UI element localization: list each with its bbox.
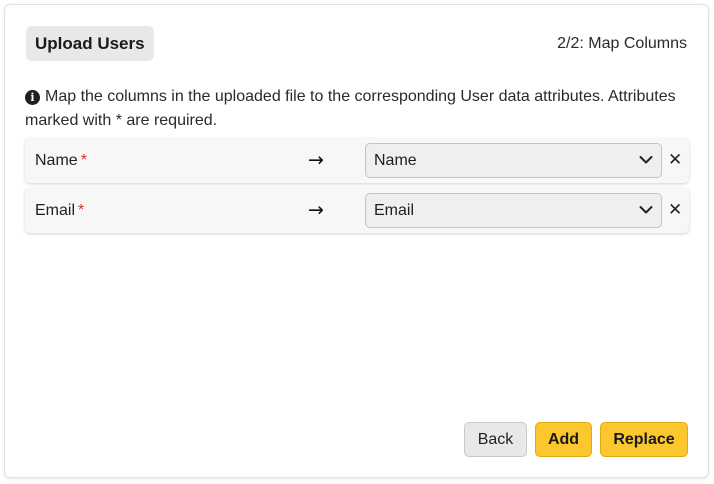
attribute-selected-value: Name — [374, 152, 417, 169]
mapping-row-name: Name * → Name ✕ — [25, 138, 689, 183]
right-arrow-icon: → — [308, 199, 324, 221]
right-arrow-icon: → — [308, 149, 324, 171]
required-marker: * — [78, 202, 85, 219]
required-marker: * — [80, 152, 87, 169]
replace-button[interactable]: Replace — [600, 422, 688, 457]
remove-mapping-icon[interactable]: ✕ — [668, 138, 682, 183]
remove-mapping-icon[interactable]: ✕ — [668, 188, 682, 233]
upload-users-dialog: Upload Users 2/2: Map Columns i Map the c… — [4, 4, 709, 478]
info-text: Map the columns in the uploaded file to … — [25, 88, 676, 129]
column-label: Email * — [35, 188, 84, 233]
info-message: i Map the columns in the uploaded file to… — [25, 85, 685, 133]
chevron-down-icon — [639, 206, 653, 214]
add-button[interactable]: Add — [535, 422, 592, 457]
back-button[interactable]: Back — [464, 422, 527, 457]
column-name: Name — [35, 152, 78, 169]
info-circle-icon: i — [25, 90, 40, 105]
attribute-select[interactable]: Email — [365, 193, 662, 228]
attribute-select[interactable]: Name — [365, 143, 662, 178]
column-label: Name * — [35, 138, 87, 183]
dialog-title: Upload Users — [26, 26, 154, 61]
mapping-list: Name * → Name ✕ Email * → Email ✕ — [25, 138, 689, 238]
mapping-row-email: Email * → Email ✕ — [25, 188, 689, 233]
step-indicator: 2/2: Map Columns — [557, 35, 687, 52]
attribute-selected-value: Email — [374, 202, 415, 219]
chevron-down-icon — [639, 156, 653, 164]
column-name: Email — [35, 202, 76, 219]
